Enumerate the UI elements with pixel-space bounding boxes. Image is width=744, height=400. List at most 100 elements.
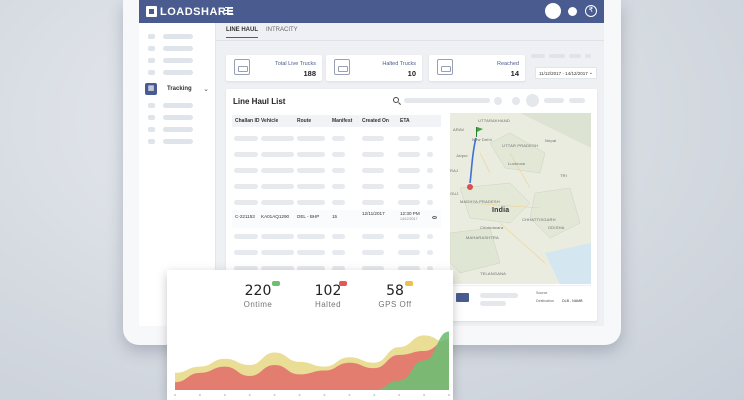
sidebar-item-placeholder[interactable] xyxy=(148,115,193,120)
map-label: GUJ xyxy=(450,191,459,196)
view-icon[interactable] xyxy=(432,216,437,219)
sidebar-item-placeholder[interactable] xyxy=(148,139,193,144)
filter-placeholder[interactable] xyxy=(549,54,565,58)
map-label: Lucknow xyxy=(508,161,526,166)
x-tick-mark xyxy=(273,394,276,396)
sidebar-item-placeholder[interactable] xyxy=(148,58,193,63)
map-label: TRI xyxy=(560,173,568,178)
sidebar-item-tracking[interactable]: ▦ Tracking ⌄ xyxy=(139,81,216,96)
filter-placeholder[interactable] xyxy=(531,54,545,58)
download-icon[interactable] xyxy=(512,97,520,105)
column-header[interactable]: Challan ID xyxy=(235,118,259,124)
tab-intracity[interactable]: INTRACITY xyxy=(266,27,298,38)
column-header[interactable]: Manifest xyxy=(332,118,352,124)
sidebar-item-placeholder[interactable] xyxy=(148,46,193,51)
panel-title: Line Haul List xyxy=(233,97,286,106)
kpi-ontime[interactable]: 220 Ontime xyxy=(223,283,293,309)
table-row[interactable] xyxy=(232,234,441,239)
map-label: RAJ xyxy=(450,168,459,173)
stat-label: Reached xyxy=(496,61,519,67)
x-tick-mark xyxy=(323,394,326,396)
table-row[interactable] xyxy=(232,168,441,173)
refresh-icon[interactable] xyxy=(526,94,539,107)
table-row[interactable] xyxy=(232,250,441,255)
x-tick-mark xyxy=(423,394,426,396)
table-row[interactable] xyxy=(232,136,441,141)
map-label-country: India xyxy=(492,207,510,214)
x-tick-mark xyxy=(198,394,201,396)
logo-icon xyxy=(146,6,157,17)
toolbar-placeholder[interactable] xyxy=(544,98,564,103)
x-tick-mark xyxy=(174,394,176,396)
destination-pin-icon xyxy=(467,184,473,190)
kpi-gps-off[interactable]: 58 GPS Off xyxy=(360,283,430,309)
filter-placeholder[interactable] xyxy=(585,54,591,58)
table-row[interactable]: C-221153 KA01AQ1290 DEL - BHP 15 12/11/2… xyxy=(232,210,441,228)
search-input[interactable] xyxy=(404,98,490,103)
cell-challan-id[interactable]: C-221153 xyxy=(235,214,255,220)
map-label: CHHATTISGARH xyxy=(522,217,556,222)
kpi-value: 58 xyxy=(386,283,404,299)
sidebar-item-placeholder[interactable] xyxy=(148,34,193,39)
column-header[interactable]: Vehicle xyxy=(261,118,278,124)
map-label: MAHARASHTRA xyxy=(466,235,499,240)
tab-line-haul[interactable]: LINE HAUL xyxy=(226,27,258,38)
route-map[interactable]: ARAV UTTARAKHAND Nepal New Delhi Jaipur … xyxy=(450,113,591,284)
x-tick-mark xyxy=(398,394,401,396)
ontime-badge xyxy=(272,281,280,286)
kpi-value: 220 xyxy=(244,283,272,299)
cell-eta: 12:30 PM 14/12/2017 xyxy=(400,211,420,222)
stat-card-reached[interactable]: Reached 14 xyxy=(429,55,525,81)
sidebar-item-placeholder[interactable] xyxy=(148,127,193,132)
truck-icon xyxy=(456,293,469,302)
table-header: Challan ID Vehicle Route Manifest Create… xyxy=(232,115,441,127)
stat-card-halted-trucks[interactable]: Halted Trucks 10 xyxy=(326,55,422,81)
filter-placeholder[interactable] xyxy=(569,54,581,58)
halted-badge xyxy=(339,281,347,286)
area-chart xyxy=(174,331,450,396)
map-label: UTTAR PRADESH xyxy=(502,143,539,148)
stat-value: 14 xyxy=(510,69,519,78)
source-label: Source xyxy=(536,291,548,295)
date-range-picker[interactable]: 11/12/2017 - 14/12/2017 ⌄ xyxy=(535,67,597,79)
sidebar-item-label: Tracking xyxy=(167,85,192,92)
rupee-icon[interactable]: ₹ xyxy=(585,5,597,17)
column-header[interactable]: Route xyxy=(297,118,311,124)
chevron-down-icon: ⌄ xyxy=(588,70,593,76)
chevron-down-icon: ⌄ xyxy=(203,85,209,93)
table-row[interactable] xyxy=(232,184,441,189)
search-icon[interactable] xyxy=(393,97,399,103)
cell-created-on: 12/11/2017 xyxy=(362,211,385,216)
stat-label: Halted Trucks xyxy=(382,61,416,67)
x-tick-mark xyxy=(248,394,251,396)
filter-icon[interactable] xyxy=(494,97,502,105)
map-label: Chhindwara xyxy=(480,225,504,230)
column-header[interactable]: ETA xyxy=(400,118,410,124)
kpi-halted[interactable]: 102 Halted xyxy=(293,283,363,309)
top-navbar: LOADSHARE ₹ xyxy=(139,0,604,23)
toolbar-placeholder[interactable] xyxy=(569,98,585,103)
x-tick-mark xyxy=(448,394,450,396)
cell-manifest: 15 xyxy=(332,214,338,219)
x-tick-mark xyxy=(223,394,226,396)
tracking-icon: ▦ xyxy=(145,82,157,95)
table-row[interactable] xyxy=(232,152,441,157)
truck-icon xyxy=(234,59,250,75)
x-tick-mark xyxy=(373,394,376,396)
truck-name-placeholder xyxy=(480,293,518,298)
map-label: UTTARAKHAND xyxy=(478,118,510,123)
user-avatar[interactable] xyxy=(545,3,561,19)
brand-logo[interactable]: LOADSHARE xyxy=(146,5,234,18)
sidebar-item-placeholder[interactable] xyxy=(148,103,193,108)
notification-icon[interactable] xyxy=(568,7,577,16)
truck-icon xyxy=(437,59,453,75)
table-row[interactable] xyxy=(232,200,441,205)
stat-card-total-live-trucks[interactable]: Total Live Trucks 188 xyxy=(226,55,322,81)
column-header[interactable]: Created On xyxy=(362,118,389,124)
hamburger-menu-icon[interactable] xyxy=(225,7,233,14)
truck-detail-card[interactable]: Source Destination DLB - NAMB xyxy=(450,285,591,315)
cell-route: DEL - BHP xyxy=(297,214,320,219)
sidebar-item-placeholder[interactable] xyxy=(148,70,193,75)
stat-label: Total Live Trucks xyxy=(275,61,316,67)
map-label: ARAV xyxy=(453,127,465,132)
